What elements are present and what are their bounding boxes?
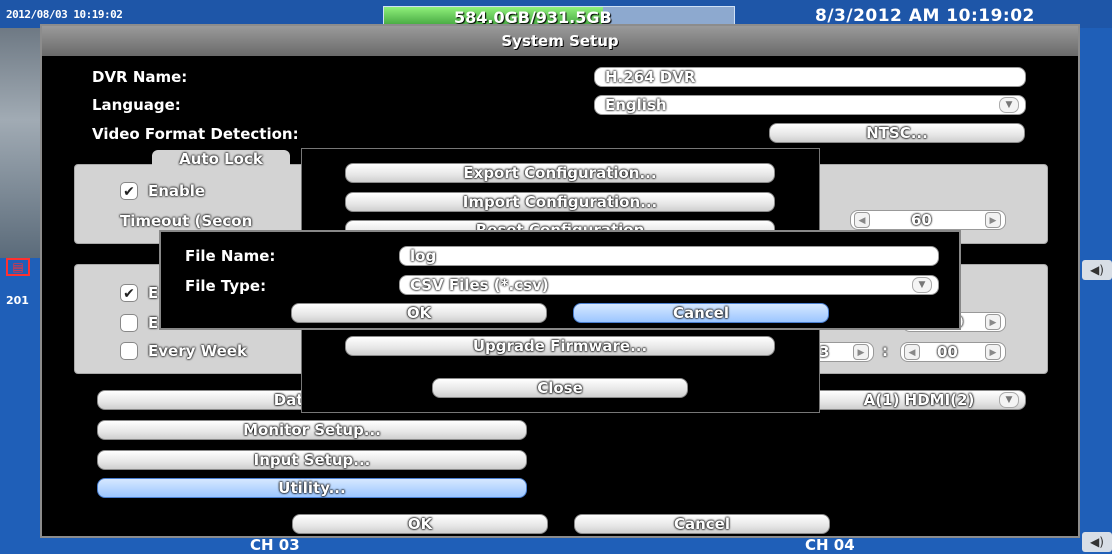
chevron-down-icon: ▼ xyxy=(999,97,1019,113)
schedule-spinner-b[interactable]: 3 ▶ xyxy=(812,342,874,362)
triangle-right-icon[interactable]: ▶ xyxy=(985,314,1001,330)
upgrade-firmware-button[interactable]: Upgrade Firmware... xyxy=(345,336,775,356)
auto-lock-enable-label: Enable xyxy=(148,182,206,200)
triangle-right-icon[interactable]: ▶ xyxy=(985,212,1001,228)
language-label: Language: xyxy=(92,96,181,114)
output-select-value: A(1) HDMI(2) xyxy=(863,391,975,409)
schedule-row2-checkbox[interactable] xyxy=(120,314,138,332)
every-week-checkbox[interactable] xyxy=(120,342,138,360)
file-name-field[interactable]: log xyxy=(399,246,939,266)
triangle-left-icon[interactable]: ◀ xyxy=(904,344,920,360)
triangle-right-icon[interactable]: ▶ xyxy=(853,344,869,360)
schedule-spinner-c[interactable]: ◀ 00 ▶ xyxy=(900,342,1006,362)
file-type-value: CSV Files (*.csv) xyxy=(410,276,549,294)
utility-button[interactable]: Utility... xyxy=(97,478,527,498)
timeout-label: Timeout (Secon xyxy=(120,212,253,230)
video-format-button[interactable]: NTSC... xyxy=(769,123,1025,143)
camera-feed-preview xyxy=(0,28,40,258)
speaker-icon[interactable]: ◀) xyxy=(1082,532,1112,552)
close-button[interactable]: Close xyxy=(432,378,688,398)
file-cancel-button[interactable]: Cancel xyxy=(573,303,829,323)
channel-label-right: CH 04 xyxy=(805,536,855,554)
window-title: System Setup xyxy=(42,26,1078,56)
cancel-button[interactable]: Cancel xyxy=(574,514,830,534)
file-type-select[interactable]: CSV Files (*.csv) ▼ xyxy=(399,275,939,295)
triangle-right-icon[interactable]: ▶ xyxy=(985,344,1001,360)
time-separator: : xyxy=(882,342,888,360)
auto-lock-title: Auto Lock xyxy=(152,150,290,172)
monitor-setup-button[interactable]: Monitor Setup... xyxy=(97,420,527,440)
schedule-value-c: 00 xyxy=(937,343,958,361)
chevron-down-icon: ▼ xyxy=(999,392,1019,408)
file-type-label: File Type: xyxy=(185,277,267,295)
import-configuration-button[interactable]: Import Configuration... xyxy=(345,192,775,212)
chevron-down-icon: ▼ xyxy=(912,277,932,293)
language-value: English xyxy=(605,96,667,114)
export-configuration-button[interactable]: Export Configuration... xyxy=(345,163,775,183)
dvr-name-field[interactable]: H.264 DVR xyxy=(594,67,1026,87)
file-ok-button[interactable]: OK xyxy=(291,303,547,323)
schedule-row1-label: E xyxy=(148,284,159,302)
camera-timestamp-2: 201 xyxy=(6,294,29,307)
input-setup-button[interactable]: Input Setup... xyxy=(97,450,527,470)
film-icon: ▤ xyxy=(6,258,30,276)
channel-label-left: CH 03 xyxy=(250,536,300,554)
system-clock: 8/3/2012 AM 10:19:02 xyxy=(815,6,1035,26)
file-save-dialog: File Name: log File Type: CSV Files (*.c… xyxy=(159,230,961,330)
video-format-label: Video Format Detection: xyxy=(92,125,299,143)
triangle-left-icon[interactable]: ◀ xyxy=(854,212,870,228)
speaker-icon[interactable]: ◀) xyxy=(1082,260,1112,280)
ok-button[interactable]: OK xyxy=(292,514,548,534)
camera-timestamp: 2012/08/03 10:19:02 xyxy=(6,8,123,21)
file-name-label: File Name: xyxy=(185,247,276,265)
timeout-spinner[interactable]: ◀ 60 ▶ xyxy=(850,210,1006,230)
language-select[interactable]: English ▼ xyxy=(594,95,1026,115)
schedule-row2-label: E xyxy=(148,314,159,332)
check-icon[interactable]: ✔ xyxy=(120,284,138,302)
timeout-value: 60 xyxy=(911,211,932,229)
every-week-label: Every Week xyxy=(148,342,247,360)
check-icon[interactable]: ✔ xyxy=(120,182,138,200)
schedule-value-b: 3 xyxy=(819,343,830,361)
dvr-name-label: DVR Name: xyxy=(92,68,188,86)
output-select[interactable]: A(1) HDMI(2) ▼ xyxy=(812,390,1026,410)
